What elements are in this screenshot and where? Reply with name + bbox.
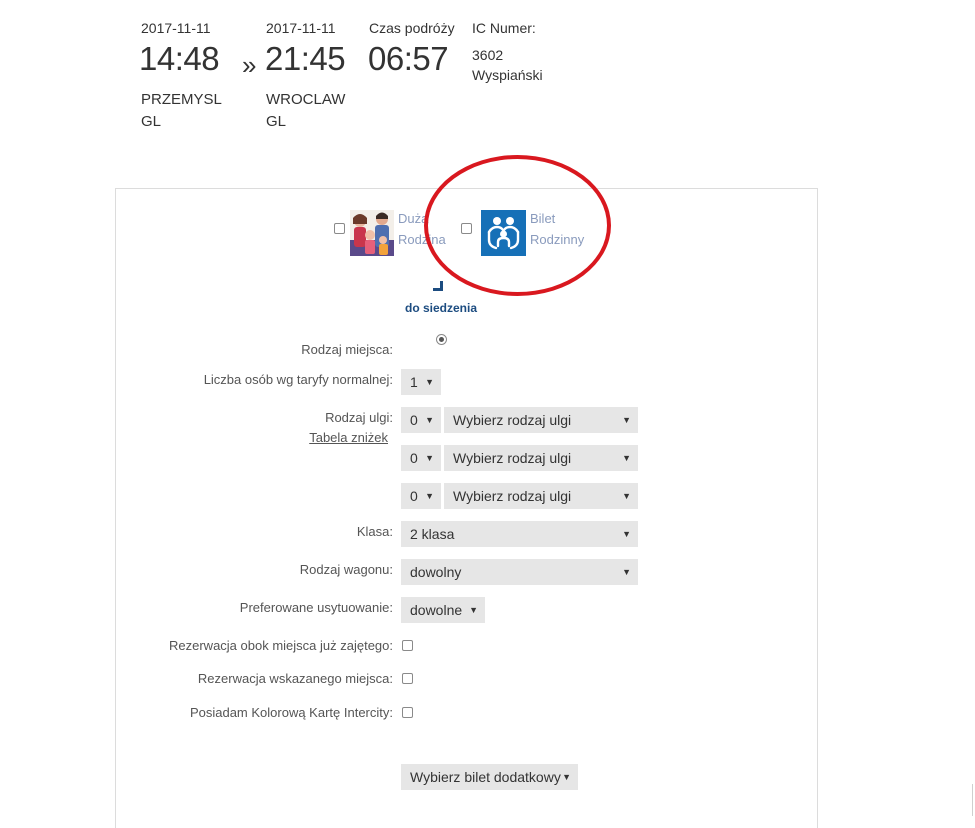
caret-down-icon: ▼ (425, 491, 434, 501)
discount-type-value: Wybierz rodzaj ulgi (453, 488, 572, 504)
page-scrollbar-edge (972, 784, 973, 816)
next-to-occupied-checkbox[interactable] (402, 640, 413, 651)
caret-down-icon: ▼ (425, 453, 434, 463)
travel-time-label: Czas podróży (369, 20, 455, 36)
next-to-occupied-label: Rezerwacja obok miejsca już zajętego: (169, 638, 393, 653)
discount-count-value: 0 (410, 412, 418, 428)
departure-station-name: PRZEMYSL (141, 91, 222, 108)
discount-count-select-2[interactable]: 0 ▼ (401, 445, 441, 471)
extra-ticket-select-value: Wybierz bilet dodatkowy (410, 769, 561, 785)
seat-corner-icon (433, 281, 443, 291)
class-select-value: 2 klasa (410, 526, 455, 542)
indicated-seat-label: Rezerwacja wskazanego miejsca: (197, 671, 393, 686)
caret-down-icon: ▼ (622, 567, 631, 577)
discount-count-value: 0 (410, 488, 418, 504)
seat-type-radio[interactable] (436, 334, 447, 345)
wagon-select-value: dowolny (410, 564, 462, 580)
seat-type-label: Rodzaj miejsca: (301, 342, 393, 357)
caret-down-icon: ▼ (622, 415, 631, 425)
discount-type-select-2[interactable]: Wybierz rodzaj ulgi ▼ (444, 445, 638, 471)
arrival-time: 21:45 (265, 40, 346, 77)
discount-count-value: 0 (410, 450, 418, 466)
discount-count-select-1[interactable]: 0 ▼ (401, 407, 441, 433)
caret-down-icon: ▼ (622, 453, 631, 463)
persons-label: Liczba osób wg taryfy normalnej: (203, 372, 393, 387)
duza-rodzina-image (350, 210, 394, 256)
journey-summary: 2017-11-11 14:48 PRZEMYSL GL » 2017-11-1… (0, 0, 975, 150)
discount-type-value: Wybierz rodzaj ulgi (453, 412, 572, 428)
discount-table-link[interactable]: Tabela zniżek (309, 430, 388, 445)
wagon-label: Rodzaj wagonu: (299, 562, 393, 577)
travel-time-value: 06:57 (368, 40, 449, 77)
do-siedzenia-link[interactable]: do siedzenia (405, 301, 477, 315)
extra-ticket-select[interactable]: Wybierz bilet dodatkowy ▼ (401, 764, 578, 790)
arrival-station-name: WROCLAW (266, 91, 346, 108)
class-label: Klasa: (356, 524, 393, 539)
train-name: Wyspiański (472, 67, 543, 83)
discount-type-select-1[interactable]: Wybierz rodzaj ulgi ▼ (444, 407, 638, 433)
position-select-value: dowolne (410, 602, 463, 618)
position-select[interactable]: dowolne ▼ (401, 597, 485, 623)
caret-down-icon: ▼ (469, 605, 478, 615)
discount-type-select-3[interactable]: Wybierz rodzaj ulgi ▼ (444, 483, 638, 509)
caret-down-icon: ▼ (562, 772, 571, 782)
highlight-circle-annotation (424, 155, 611, 296)
discount-label: Rodzaj ulgi: (325, 410, 393, 425)
departure-time: 14:48 (139, 40, 220, 77)
duza-rodzina-checkbox[interactable] (334, 223, 345, 234)
train-number-label: IC Numer: (472, 20, 536, 36)
wagon-select[interactable]: dowolny ▼ (401, 559, 638, 585)
departure-station-suffix: GL (141, 113, 162, 130)
departure-date: 2017-11-11 (141, 20, 211, 36)
class-select[interactable]: 2 klasa ▼ (401, 521, 638, 547)
indicated-seat-checkbox[interactable] (402, 673, 413, 684)
journey-arrow-icon: » (242, 50, 257, 80)
intercity-card-checkbox[interactable] (402, 707, 413, 718)
caret-down-icon: ▼ (425, 377, 434, 387)
radio-dot (439, 337, 444, 342)
arrival-date: 2017-11-11 (266, 20, 336, 36)
arrival-station-suffix: GL (266, 113, 287, 130)
position-label: Preferowane usytuowanie: (239, 600, 393, 615)
persons-select[interactable]: 1 ▼ (401, 369, 441, 395)
train-number: 3602 (472, 47, 504, 63)
persons-select-value: 1 (410, 374, 418, 390)
family-photo-icon (350, 210, 394, 256)
discount-type-value: Wybierz rodzaj ulgi (453, 450, 572, 466)
caret-down-icon: ▼ (622, 529, 631, 539)
caret-down-icon: ▼ (425, 415, 434, 425)
discount-count-select-3[interactable]: 0 ▼ (401, 483, 441, 509)
caret-down-icon: ▼ (622, 491, 631, 501)
intercity-card-label: Posiadam Kolorową Kartę Intercity: (189, 705, 393, 720)
